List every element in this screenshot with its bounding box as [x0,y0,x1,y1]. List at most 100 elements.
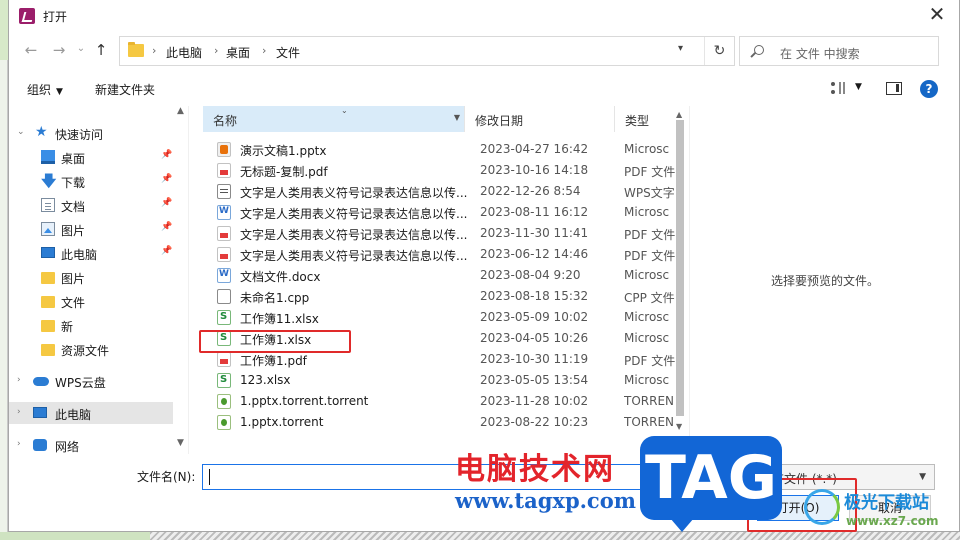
star-icon: ★ [35,124,48,140]
watermark-tag-logo: TAG [640,436,782,532]
scroll-up-chevron-icon[interactable]: ▲ [177,106,184,116]
file-name: 文字是人类用表义符号记录表达信息以传... [240,186,468,200]
chevron-down-icon[interactable]: ⌄ [17,127,25,137]
folder-icon [41,320,55,332]
file-date: 2023-08-18 15:32 [480,289,589,303]
sort-chevron-icon: ⌄ [341,106,348,115]
file-name: 工作簿11.xlsx [240,312,319,326]
scroll-up-chevron-icon[interactable]: ▲ [676,110,682,119]
preview-empty-message: 选择要预览的文件。 [770,274,879,288]
file-date: 2023-08-11 16:12 [480,205,589,219]
network-icon [33,439,47,451]
sidebar-item[interactable]: 桌面 📌 [9,146,173,168]
breadcrumb-files[interactable]: 文件 [276,44,300,61]
chevron-right-icon[interactable]: › [17,407,21,417]
breadcrumb-this-pc[interactable]: 此电脑 [166,44,202,61]
watermark-site-url: www.tagxp.com [455,488,636,513]
chevron-right-icon[interactable]: › [17,439,21,449]
recent-locations-chevron-icon[interactable]: ⌄ [71,43,91,54]
navigation-bar: ← → ⌄ ↑ › 此电脑 › 桌面 › 文件 ▾ ↻ 在 文件 中搜索 [9,34,959,70]
file-row[interactable]: 文字是人类用表义符号记录表达信息以传... 2023-06-12 14:46 PDF… [203,244,683,265]
pin-icon: 📌 [161,246,173,256]
column-header-name[interactable]: 名称 ⌄ ▼ [203,106,465,132]
breadcrumb-desktop[interactable]: 桌面 [226,44,250,61]
scroll-down-chevron-icon[interactable]: ▼ [676,422,682,431]
pdf-file-icon [217,163,231,178]
folder-icon [41,272,55,284]
back-arrow-icon[interactable]: ← [21,41,41,59]
desktop-icon [41,150,55,164]
scroll-down-chevron-icon[interactable]: ▼ [177,438,184,448]
sidebar-item[interactable]: 资源文件 [9,338,173,360]
word-document-icon [217,205,231,220]
file-row[interactable]: 文字是人类用表义符号记录表达信息以传... 2022-12-26 8:54 WPS文… [203,181,683,202]
file-date: 2023-05-09 10:02 [480,310,589,324]
folder-icon [41,296,55,308]
chevron-down-icon: ▼ [56,87,63,97]
sidebar-item[interactable]: › 此电脑 [9,402,173,424]
sidebar-item[interactable]: 🡇 下载 📌 [9,170,173,192]
sidebar-item[interactable]: › 网络 [9,434,173,456]
search-input[interactable]: 在 文件 中搜索 [780,45,860,62]
scrollbar-thumb[interactable] [676,120,684,416]
highlight-box-selected-file [199,330,351,353]
chevron-down-icon[interactable]: ▼ [855,82,862,92]
spreadsheet-file-icon [217,310,231,325]
file-name: 演示文稿1.pptx [240,144,327,158]
chevron-right-icon: › [152,44,157,57]
close-button[interactable]: ✕ [925,4,949,26]
file-name: 无标题-复制.pdf [240,165,328,179]
sidebar-item-label: 文档 [61,200,86,214]
file-row[interactable]: 未命名1.cpp 2023-08-18 15:32 CPP 文件 [203,286,683,307]
watermark-xz-url: www.xz7.com [846,514,939,528]
file-row[interactable]: 无标题-复制.pdf 2023-10-16 14:18 PDF 文件 [203,160,683,181]
address-bar[interactable]: › 此电脑 › 桌面 › 文件 ▾ ↻ [119,36,735,66]
word-document-icon [217,268,231,283]
file-row[interactable]: 文档文件.docx2023-08-04 9:20Microsc [203,265,683,286]
chevron-down-icon[interactable]: ▼ [454,113,460,122]
file-row[interactable]: 演示文稿1.pptx 2023-04-27 16:42 Microsc [203,139,683,160]
address-dropdown-chevron-icon[interactable]: ▾ [678,43,683,54]
command-toolbar: 组织 ▼ 新建文件夹 ▼ ? [9,76,959,102]
file-row[interactable]: 文字是人类用表义符号记录表达信息以传... 2023-11-30 11:41 PDF… [203,223,683,244]
sidebar-item[interactable]: 此电脑 📌 [9,242,173,264]
new-folder-button[interactable]: 新建文件夹 [95,81,155,98]
sidebar-item[interactable]: › WPS云盘 [9,370,173,392]
sidebar-item[interactable]: 图片 [9,266,173,288]
chevron-right-icon[interactable]: › [17,375,21,385]
file-name: 未命名1.cpp [240,291,310,305]
view-options-icon[interactable] [831,82,845,94]
column-header-date[interactable]: 修改日期 [465,106,615,132]
watermark-site-title: 电脑技术网 [455,452,615,487]
file-row[interactable]: 文字是人类用表义符号记录表达信息以传...2023-08-11 16:12Mic… [203,202,683,223]
preview-pane-icon[interactable] [886,82,902,95]
file-row[interactable]: 1.pptx.torrent.torrent 2023-11-28 10:02 TO… [203,391,683,412]
presentation-file-icon [217,142,231,157]
sidebar-item[interactable]: 文件 [9,290,173,312]
sidebar-item[interactable]: 图片 📌 [9,218,173,240]
chevron-right-icon: › [214,44,219,57]
up-arrow-icon[interactable]: ↑ [91,41,111,59]
sidebar-item[interactable]: ⌄ ★ 快速访问 [9,122,173,144]
file-row[interactable]: 1.pptx.torrent 2023-08-22 10:23 TORREN [203,412,683,433]
cloud-icon [33,377,49,386]
file-name: 文档文件.docx [240,270,321,284]
forward-arrow-icon[interactable]: → [49,41,69,59]
sidebar-item[interactable]: 文档 📌 [9,194,173,216]
download-icon: 🡇 [41,172,57,190]
file-row[interactable]: 工作簿11.xlsx2023-05-09 10:02Microsc [203,307,683,328]
file-row[interactable]: 123.xlsx2023-05-05 13:54Microsc [203,370,683,391]
pdf-file-icon [217,352,231,367]
navigation-pane: ▲ ⌄ ★ 快速访问 桌面 📌 🡇 下载 📌 文档 📌 图片 📌 此电脑 📌 图片 文件新资源文件 › WPS云盘… [9,106,189,454]
file-list-scrollbar[interactable]: ▲ ▼ [672,106,688,436]
help-icon[interactable]: ? [920,80,938,98]
organize-button[interactable]: 组织 ▼ [27,81,63,98]
spreadsheet-file-icon [217,373,231,388]
file-name: 123.xlsx [240,373,291,387]
file-name: 1.pptx.torrent [240,415,324,429]
sidebar-item-label: 桌面 [61,152,86,166]
sidebar-item[interactable]: 新 [9,314,173,336]
refresh-icon[interactable]: ↻ [704,37,734,65]
file-date: 2023-08-04 9:20 [480,268,581,282]
search-box[interactable]: 在 文件 中搜索 [739,36,939,66]
